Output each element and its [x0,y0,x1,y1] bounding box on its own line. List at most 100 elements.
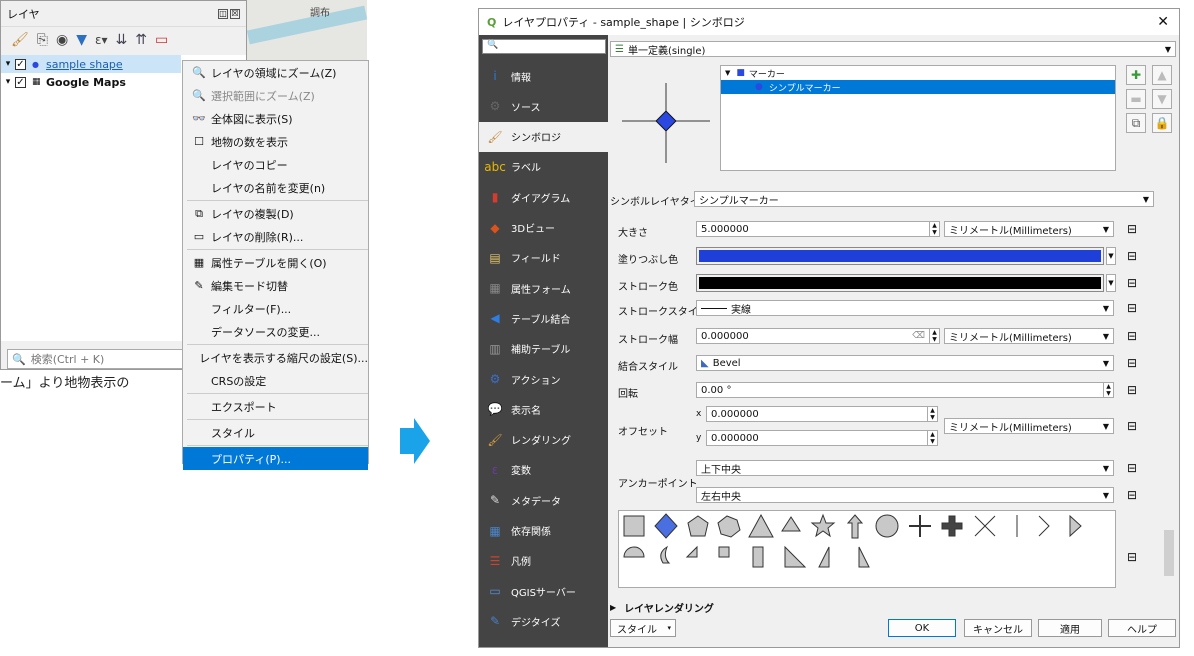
shape-quarter-square[interactable] [718,546,730,558]
expander-icon[interactable]: ▾ [1,59,15,69]
shape-left-half-triangle[interactable] [858,546,870,568]
ok-button[interactable]: OK [888,619,956,637]
sidebar-item[interactable]: abc ラベル [479,152,608,182]
data-defined-override-icon[interactable]: ⊟ [1124,488,1140,502]
context-menu-item[interactable]: 👓 全体図に表示(S) [183,107,368,130]
spin-arrows[interactable]: ▲ ▼ [1103,383,1113,397]
sidebar-item[interactable]: ☰ 凡例 [479,546,608,576]
clear-icon[interactable]: ⌫ [912,331,925,341]
shape-equilateral-triangle[interactable] [781,516,801,532]
shape-half-square[interactable] [752,546,764,568]
shape-pentagon[interactable] [687,515,709,537]
stroke-color-button[interactable] [696,274,1104,292]
paint-brush-icon[interactable]: 🖌 [11,32,29,48]
sidebar-item[interactable]: i 情報 [479,61,608,91]
help-button[interactable]: ヘルプ [1108,619,1176,637]
shape-diamond[interactable] [654,513,678,539]
renderer-select[interactable]: ☰ 単一定義(single) ▼ [610,41,1176,57]
context-menu-item[interactable]: 🔍 選択範囲にズーム(Z) [183,84,368,107]
offset-unit-select[interactable]: ミリメートル(Millimeters) ▼ [944,418,1114,434]
context-menu-item[interactable]: ✎ 編集モード切替 [183,274,368,297]
layer-row-sample-shape[interactable]: ▾ ✓ ● sample shape [1,55,181,73]
spin-arrows[interactable]: ▲ ▼ [929,222,939,236]
sidebar-item[interactable]: ✎ デジタイズ [479,606,608,636]
context-menu-item[interactable]: データソースの変更... [183,320,368,343]
context-menu-item[interactable]: ▦ 属性テーブルを開く(O) [183,251,368,274]
sidebar-item[interactable]: 🖌 シンボロジ [479,121,608,152]
sidebar-item[interactable]: ✎ メタデータ [479,485,608,515]
data-defined-override-icon[interactable]: ⊟ [1124,550,1140,564]
sidebar-item[interactable]: 💬 表示名 [479,394,608,424]
shape-circle[interactable] [875,514,899,538]
duplicate-symbol-layer-button[interactable]: ⧉ [1126,113,1146,133]
context-menu-item[interactable]: エクスポート [183,395,368,418]
filter-icon[interactable]: ▼ [76,32,87,48]
add-group-icon[interactable]: ⎘ [37,32,48,48]
eye-icon[interactable]: ◉ [56,32,68,48]
shape-triangle[interactable] [748,513,774,538]
move-up-button[interactable]: ▲ [1152,65,1172,85]
symbol-layer-type-select[interactable]: シンプルマーカー ▼ [694,191,1154,207]
data-defined-override-icon[interactable]: ⊟ [1124,222,1140,236]
shape-diagonal-half-square[interactable] [784,545,807,568]
anchor-vertical-select[interactable]: 上下中央 ▼ [696,460,1114,476]
shape-cross[interactable] [909,515,931,537]
shape-x[interactable] [974,515,996,537]
layer-search-input[interactable]: 🔍 検索(Ctrl + K) [7,349,187,369]
sidebar-item[interactable]: ⚙ ソース [479,91,608,121]
remove-symbol-layer-button[interactable]: ▬ [1126,89,1146,109]
data-defined-override-icon[interactable]: ⊟ [1124,329,1140,343]
map-canvas-fragment[interactable] [246,0,368,62]
spin-arrows[interactable]: ▲ ▼ [929,329,939,343]
context-menu-item[interactable]: レイヤの名前を変更(n) [183,176,368,199]
scrollbar-thumb[interactable] [1164,530,1174,576]
sidebar-item[interactable]: ⚙ アクション [479,364,608,394]
shape-right-half-triangle[interactable] [818,546,830,568]
context-menu-item[interactable]: プロパティ(P)... [183,447,368,470]
context-menu-item[interactable]: レイヤのコピー [183,153,368,176]
shape-cross-fill[interactable] [941,515,963,537]
data-defined-override-icon[interactable]: ⊟ [1124,383,1140,397]
sidebar-item[interactable]: ◆ 3Dビュー [479,213,608,243]
layer-rendering-toggle[interactable]: ▶ レイヤレンダリング [610,600,714,615]
sidebar-item[interactable]: ▭ QGISサーバー [479,576,608,606]
shape-crescent[interactable] [660,545,671,564]
float-panel-button[interactable]: ◫ [218,8,228,19]
expander-icon[interactable]: ▾ [1,77,15,87]
offset-x-input[interactable]: 0.000000 ▲ ▼ [706,406,938,422]
layer-visibility-checkbox[interactable]: ✓ [15,58,26,70]
style-menu-button[interactable]: スタイル ▾ [610,619,676,637]
shape-hexagon[interactable] [717,515,741,538]
stroke-color-menu[interactable]: ▼ [1106,274,1116,292]
fill-color-menu[interactable]: ▼ [1106,247,1116,265]
context-menu-item[interactable]: スタイル [183,421,368,444]
data-defined-override-icon[interactable]: ⊟ [1124,249,1140,263]
sidebar-item[interactable]: ▦ 依存関係 [479,516,608,546]
join-style-select[interactable]: ◣ Bevel ▼ [696,355,1114,371]
shape-arrowhead[interactable] [1038,515,1050,537]
anchor-horizontal-select[interactable]: 左右中央 ▼ [696,487,1114,503]
data-defined-override-icon[interactable]: ⊟ [1124,301,1140,315]
stroke-width-unit-select[interactable]: ミリメートル(Millimeters) ▼ [944,328,1114,344]
data-defined-override-icon[interactable]: ⊟ [1124,461,1140,475]
rotation-input[interactable]: 0.00 ° ▲ ▼ [696,382,1114,398]
stroke-width-input[interactable]: 0.000000 ⌫ ▲ ▼ [696,328,940,344]
shape-arrow[interactable] [846,514,864,539]
vertical-scrollbar[interactable] [1162,188,1176,588]
sidebar-item[interactable]: ε 変数 [479,455,608,485]
collapse-icon[interactable]: ⇈ [135,32,147,48]
sidebar-item[interactable]: ▤ フィールド [479,243,608,273]
add-symbol-layer-button[interactable]: ✚ [1126,65,1146,85]
expand-icon[interactable]: ⇊ [116,32,128,48]
context-menu-item[interactable]: フィルター(F)... [183,297,368,320]
sidebar-search-input[interactable]: 🔍 [482,39,606,54]
close-panel-button[interactable]: ☒ [230,8,240,19]
move-down-button[interactable]: ▼ [1152,89,1172,109]
shape-filled-arrowhead[interactable] [1069,514,1082,538]
shape-half-circle[interactable] [623,546,645,558]
shape-star[interactable] [810,513,836,538]
sidebar-item[interactable]: ◀ テーブル結合 [479,303,608,333]
shape-square[interactable] [623,515,645,537]
remove-layer-icon[interactable]: ▭ [155,32,168,48]
context-menu-item[interactable]: ☐ 地物の数を表示 [183,130,368,153]
